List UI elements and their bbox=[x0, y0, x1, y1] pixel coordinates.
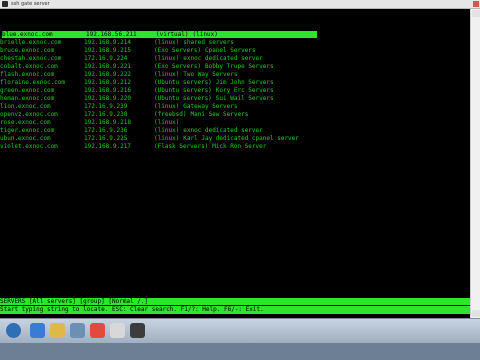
server-group: (linux) bbox=[154, 135, 180, 142]
server-group: (Ubuntu servers) bbox=[154, 79, 212, 86]
server-desc: exnoc dedicated server bbox=[183, 127, 263, 134]
server-ip: 172.16.9.225 bbox=[84, 135, 128, 142]
server-group: (linux) bbox=[154, 55, 180, 62]
server-host: ubun.exnoc.com bbox=[0, 135, 51, 142]
server-group: (linux) bbox=[154, 71, 180, 78]
scroll-up-icon[interactable] bbox=[472, 10, 480, 17]
server-ip: 192.168.9.214 bbox=[84, 39, 131, 46]
server-host: openvz.exnoc.com bbox=[0, 111, 58, 118]
server-host: chestah.exnoc.com bbox=[0, 55, 62, 62]
server-group: (linux) bbox=[154, 119, 180, 126]
server-ip: 192.168.9.212 bbox=[84, 79, 131, 86]
server-group: (Exo Servers) bbox=[154, 47, 201, 54]
ie-icon[interactable] bbox=[30, 323, 45, 338]
server-row[interactable]: bruce.exnoc.com 192.168.9.215 (Exo Servers… bbox=[0, 47, 256, 54]
server-group: (Flask Servers) bbox=[154, 143, 209, 150]
server-row[interactable]: chestah.exnoc.com 172.16.9.224 (linux) exno… bbox=[0, 55, 263, 62]
close-icon[interactable] bbox=[473, 1, 479, 7]
server-group: (linux) bbox=[154, 39, 180, 46]
server-host: floraine.exnoc.com bbox=[0, 79, 66, 86]
title-bar[interactable]: ssh gate server bbox=[0, 0, 480, 9]
server-row[interactable]: cobalt.exnoc.com 192.168.9.221 (Exo Server… bbox=[0, 63, 274, 70]
server-ip: 172.16.9.238 bbox=[84, 111, 128, 118]
server-row[interactable]: lion.exnoc.com 172.16.9.239 (linux) Gateway… bbox=[0, 103, 237, 110]
window-title: ssh gate server bbox=[11, 1, 50, 7]
browser-icon[interactable] bbox=[90, 323, 105, 338]
server-desc: Kory Erc Servers bbox=[215, 87, 274, 94]
server-host: flash.exnoc.com bbox=[0, 71, 55, 78]
server-row[interactable]: floraine.exnoc.com 192.168.9.212 (Ubuntu s… bbox=[0, 79, 274, 86]
start-button[interactable] bbox=[6, 323, 21, 338]
server-desc: (linux) bbox=[192, 31, 218, 38]
server-host: heman.exnoc.com bbox=[0, 95, 55, 102]
server-ip: 172.16.9.236 bbox=[84, 127, 128, 134]
server-row-selected[interactable]: blue.exnoc.com 192.168.56.211 (virtual) (li… bbox=[2, 31, 317, 38]
status-line: SERVERS [All servers] [group] [Normal /.… bbox=[0, 298, 470, 305]
server-ip: 192.168.9.218 bbox=[84, 119, 131, 126]
server-host: violet.exnoc.com bbox=[0, 143, 58, 150]
server-desc: Sui Wail Servers bbox=[215, 95, 274, 102]
media-icon[interactable] bbox=[70, 323, 85, 338]
server-desc: exnoc dedicated server bbox=[183, 55, 263, 62]
server-ip: 192.168.56.211 bbox=[86, 31, 137, 38]
taskbar bbox=[0, 318, 480, 360]
server-group: (virtual) bbox=[156, 31, 189, 38]
server-ip: 192.168.9.217 bbox=[84, 143, 131, 150]
server-host: rose.exnoc.com bbox=[0, 119, 51, 126]
server-row[interactable]: tiger.exnoc.com 172.16.9.236 (linux) exnoc … bbox=[0, 127, 263, 134]
server-group: (freebsd) bbox=[154, 111, 187, 118]
terminal-icon bbox=[2, 1, 8, 7]
server-host: cobalt.exnoc.com bbox=[0, 63, 58, 70]
server-group: (Ubuntu servers) bbox=[154, 87, 212, 94]
taskbar-strip bbox=[0, 318, 480, 343]
server-ip: 192.168.9.222 bbox=[84, 71, 131, 78]
server-desc: Karl Jay dedicated cpanel server bbox=[183, 135, 299, 142]
server-host: brielle.exnoc.com bbox=[0, 39, 62, 46]
server-group: (linux) bbox=[154, 103, 180, 110]
server-ip: 192.168.9.215 bbox=[84, 47, 131, 54]
scrollbar[interactable] bbox=[470, 9, 480, 318]
server-desc: Gateway Servers bbox=[183, 103, 238, 110]
server-desc: Cpanel Servers bbox=[204, 47, 256, 54]
server-host: bruce.exnoc.com bbox=[0, 47, 55, 54]
server-group: (linux) bbox=[154, 127, 180, 134]
server-row[interactable]: green.exnoc.com 192.168.9.216 (Ubuntu serv… bbox=[0, 87, 274, 94]
help-line: Start typing string to locate. ESC: Clea… bbox=[0, 306, 470, 314]
server-row[interactable]: flash.exnoc.com 192.168.9.222 (linux) Two W… bbox=[0, 71, 237, 78]
server-desc: shared servers bbox=[183, 39, 234, 46]
app-icon[interactable] bbox=[110, 323, 125, 338]
scroll-down-icon[interactable] bbox=[472, 310, 480, 317]
server-host: lion.exnoc.com bbox=[0, 103, 51, 110]
server-desc: Bobby Trupe Servers bbox=[204, 63, 274, 70]
server-ip: 192.168.9.221 bbox=[84, 63, 131, 70]
server-row[interactable]: openvz.exnoc.com 172.16.9.238 (freebsd) Man… bbox=[0, 111, 248, 118]
server-desc: Mani Sew Servers bbox=[190, 111, 249, 118]
server-row[interactable]: rose.exnoc.com 192.168.9.218 (linux) bbox=[0, 119, 183, 126]
server-desc: Mick Ron Server bbox=[212, 143, 267, 150]
server-host: blue.exnoc.com bbox=[2, 31, 53, 38]
server-group: (Ubuntu servers) bbox=[154, 95, 212, 102]
server-group: (Exo Servers) bbox=[154, 63, 201, 70]
server-ip: 192.168.9.220 bbox=[84, 95, 131, 102]
server-row[interactable]: ubun.exnoc.com 172.16.9.225 (linux) Karl Ja… bbox=[0, 135, 299, 142]
server-row[interactable]: violet.exnoc.com 192.168.9.217 (Flask Serv… bbox=[0, 143, 266, 150]
server-host: green.exnoc.com bbox=[0, 87, 55, 94]
server-host: tiger.exnoc.com bbox=[0, 127, 55, 134]
server-desc: Jim John Servers bbox=[215, 79, 274, 86]
server-ip: 192.168.9.216 bbox=[84, 87, 131, 94]
terminal-task-icon[interactable] bbox=[130, 323, 145, 338]
terminal-window: ssh gate server SERVERS [All servers] [g… bbox=[0, 0, 480, 360]
server-ip: 172.16.9.224 bbox=[84, 55, 128, 62]
folder-icon[interactable] bbox=[50, 323, 65, 338]
server-desc: Two Way Servers bbox=[183, 71, 238, 78]
server-ip: 172.16.9.239 bbox=[84, 103, 128, 110]
server-row[interactable]: brielle.exnoc.com 192.168.9.214 (linux) sha… bbox=[0, 39, 234, 46]
server-row[interactable]: heman.exnoc.com 192.168.9.220 (Ubuntu serv… bbox=[0, 95, 274, 102]
